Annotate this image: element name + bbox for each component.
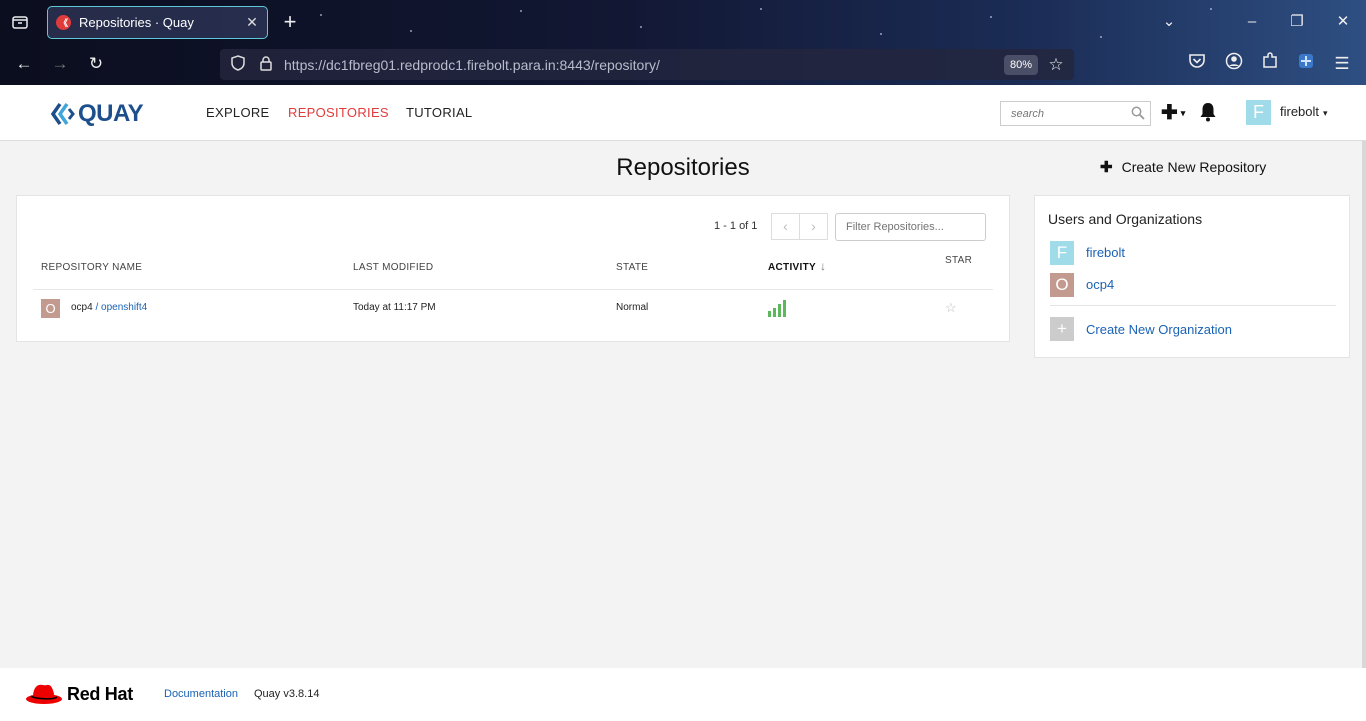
row-divider	[33, 289, 993, 290]
reload-icon[interactable]: ↻	[84, 52, 108, 76]
search-icon[interactable]	[1131, 106, 1145, 120]
repo-state: Normal	[616, 302, 649, 313]
pager-text: 1 - 1 of 1	[714, 220, 758, 232]
nav-tutorial[interactable]: TUTORIAL	[406, 105, 472, 120]
repo-name-link[interactable]: openshift4	[101, 302, 147, 313]
new-tab-icon[interactable]: +	[280, 10, 300, 34]
create-menu-button[interactable]: ✚ ▾	[1161, 100, 1185, 125]
shield-icon[interactable]	[228, 55, 248, 74]
documentation-link[interactable]: Documentation	[164, 688, 238, 700]
logo-text: QUAY	[78, 100, 144, 127]
chevron-down-icon[interactable]: ⌄	[1157, 10, 1181, 34]
star-icon[interactable]: ☆	[945, 300, 957, 316]
col-state[interactable]: STATE	[616, 262, 648, 273]
pocket-icon[interactable]	[1185, 52, 1209, 76]
bookmark-star-icon[interactable]: ☆	[1046, 55, 1066, 75]
col-repository-name[interactable]: REPOSITORY NAME	[41, 262, 142, 273]
close-window-icon[interactable]: ✕	[1331, 10, 1355, 34]
next-page-button[interactable]: ›	[799, 213, 828, 240]
repo-full-name: ocp4 / openshift4	[71, 302, 147, 313]
tab-title: Repositories · Quay	[79, 15, 194, 30]
forward-icon[interactable]: →	[48, 52, 72, 76]
user-avatar[interactable]: F	[1246, 100, 1271, 125]
minimize-icon[interactable]: –	[1240, 10, 1264, 34]
extension-badge-icon[interactable]	[1294, 52, 1318, 76]
browser-navbar: ← → ↻ https://dc1fbreg01.redprodc1.fireb…	[0, 44, 1366, 85]
zoom-level[interactable]: 80%	[1003, 54, 1038, 75]
footer: Red Hat Documentation Quay v3.8.14	[0, 668, 1366, 721]
col-activity[interactable]: ACTIVITY	[768, 262, 816, 273]
redhat-logo-icon[interactable]	[25, 682, 63, 706]
username: firebolt	[1280, 104, 1320, 119]
org-avatar: O	[1050, 273, 1074, 297]
version-text: Quay v3.8.14	[254, 688, 320, 700]
create-org-label[interactable]: Create New Organization	[1086, 322, 1232, 337]
url-text[interactable]: https://dc1fbreg01.redprodc1.firebolt.pa…	[284, 57, 1004, 73]
search-input[interactable]	[1000, 101, 1151, 126]
quay-favicon-icon: 《	[56, 15, 71, 30]
notifications-bell-icon[interactable]	[1199, 102, 1217, 122]
create-repo-button[interactable]: ✚ Create New Repository	[1100, 158, 1266, 176]
col-star[interactable]: STAR	[945, 255, 972, 266]
extensions-icon[interactable]	[1258, 52, 1282, 76]
redhat-brand-text: Red Hat	[67, 684, 133, 704]
plus-icon: ✚	[1100, 159, 1113, 176]
browser-chrome: 《 Repositories · Quay ✕ + ⌄ – ❐ ✕ ← → ↻ …	[0, 0, 1366, 85]
scrollbar[interactable]	[1362, 141, 1366, 687]
repo-avatar: O	[41, 299, 60, 318]
repo-separator: /	[92, 302, 102, 313]
create-repo-label: Create New Repository	[1121, 159, 1267, 175]
plus-icon: +	[1050, 317, 1074, 341]
tab-list-icon[interactable]	[10, 12, 30, 32]
prev-page-button[interactable]: ‹	[771, 213, 800, 240]
close-tab-icon[interactable]: ✕	[245, 14, 259, 31]
repo-namespace: ocp4	[71, 302, 93, 313]
address-bar[interactable]: https://dc1fbreg01.redprodc1.firebolt.pa…	[220, 49, 1074, 80]
repo-last-modified: Today at 11:17 PM	[353, 302, 436, 313]
browser-tab[interactable]: 《 Repositories · Quay ✕	[47, 6, 268, 39]
quay-logo[interactable]: QUAY	[50, 100, 144, 128]
nav-explore[interactable]: EXPLORE	[206, 105, 270, 120]
orgs-title: Users and Organizations	[1048, 211, 1203, 227]
menu-icon[interactable]: ☰	[1330, 52, 1354, 76]
nav-repositories[interactable]: REPOSITORIES	[288, 105, 389, 120]
user-menu[interactable]: firebolt ▾	[1280, 104, 1328, 119]
back-icon[interactable]: ←	[12, 52, 36, 76]
filter-repositories-input[interactable]	[835, 213, 986, 241]
account-icon[interactable]	[1222, 52, 1246, 76]
users-orgs-panel: Users and Organizations F firebolt O ocp…	[1034, 195, 1350, 358]
restore-icon[interactable]: ❐	[1285, 10, 1309, 34]
tab-bar: 《 Repositories · Quay ✕ + ⌄ – ❐ ✕	[0, 0, 1366, 44]
col-last-modified[interactable]: LAST MODIFIED	[353, 262, 433, 273]
org-name-link[interactable]: firebolt	[1086, 245, 1125, 260]
org-name-link[interactable]: ocp4	[1086, 277, 1114, 292]
sort-down-icon[interactable]: ↓	[820, 259, 826, 273]
org-divider	[1050, 305, 1336, 306]
caret-down-icon: ▾	[1323, 108, 1328, 118]
repository-list-panel: 1 - 1 of 1 ‹ › REPOSITORY NAME LAST MODI…	[16, 195, 1010, 342]
activity-bars-icon	[768, 299, 786, 317]
org-avatar: F	[1050, 241, 1074, 265]
quay-logo-icon	[50, 102, 75, 126]
lock-icon[interactable]	[256, 55, 276, 74]
